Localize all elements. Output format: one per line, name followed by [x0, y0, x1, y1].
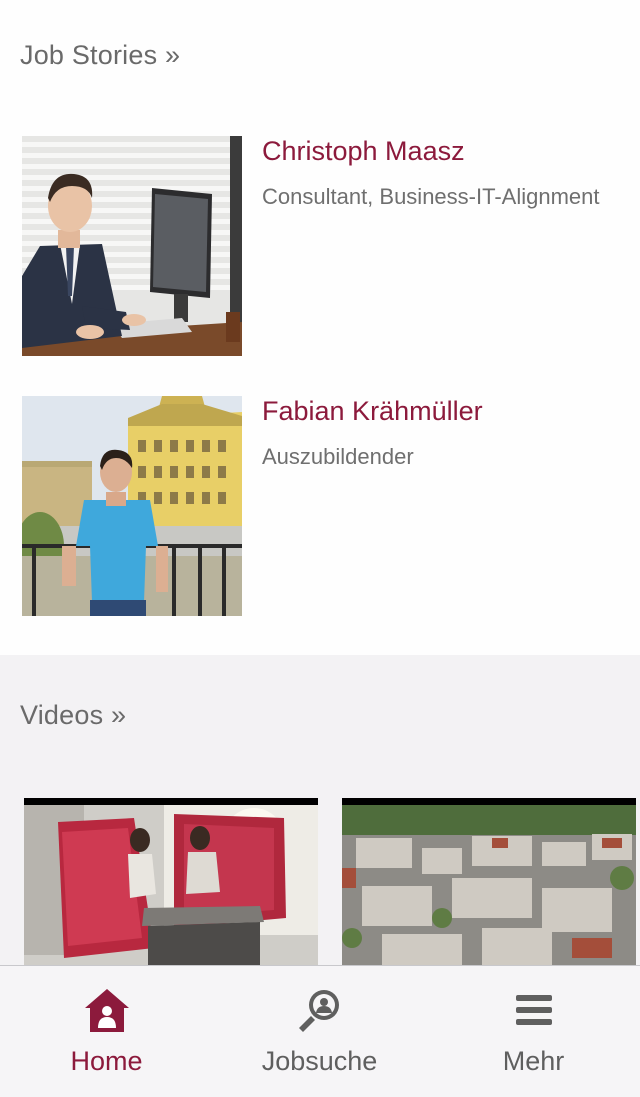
- bottom-tab-bar: Home Jobsuche Mehr: [0, 965, 640, 1097]
- search-person-icon: [295, 986, 345, 1036]
- home-icon: [82, 986, 132, 1036]
- hamburger-menu-icon: [509, 986, 559, 1036]
- tab-jobsuche[interactable]: Jobsuche: [213, 966, 426, 1097]
- videos-title[interactable]: Videos »: [20, 700, 126, 731]
- story-name[interactable]: Christoph Maasz: [262, 136, 465, 167]
- videos-section: Videos »: [0, 655, 640, 965]
- story-card-fabian[interactable]: Fabian Krähmüller Auszubildender: [22, 396, 640, 616]
- story-role: Auszubildender: [262, 444, 414, 469]
- tab-label: Home: [70, 1046, 143, 1076]
- tab-label: Jobsuche: [261, 1046, 378, 1076]
- job-stories-title[interactable]: Job Stories »: [20, 40, 180, 71]
- tab-home[interactable]: Home: [0, 966, 213, 1097]
- story-photo-christoph[interactable]: [22, 136, 242, 356]
- tab-mehr[interactable]: Mehr: [427, 966, 640, 1097]
- story-role: Consultant, Business-IT-Alignment: [262, 184, 600, 209]
- story-card-christoph[interactable]: Christoph Maasz Consultant, Business-IT-…: [22, 136, 640, 356]
- tab-label: Mehr: [502, 1046, 565, 1076]
- story-photo-fabian[interactable]: [22, 396, 242, 616]
- job-stories-section: Job Stories » Christoph Maasz Consultant…: [0, 0, 640, 655]
- video-thumbnail-lounge[interactable]: [24, 798, 318, 965]
- video-thumbnail-aerial[interactable]: [342, 798, 636, 965]
- story-name[interactable]: Fabian Krähmüller: [262, 396, 483, 427]
